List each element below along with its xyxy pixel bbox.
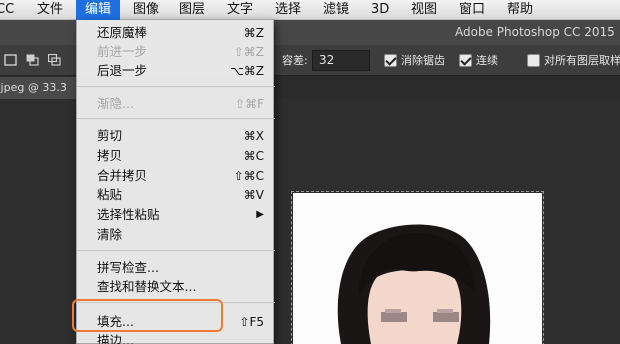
submenu-arrow-icon: ▶ <box>256 209 264 220</box>
portrait-photo <box>293 193 542 344</box>
add-to-selection-icon[interactable] <box>26 54 39 66</box>
portrait-image <box>337 224 491 344</box>
menu-window[interactable]: 窗口 <box>454 0 492 20</box>
menu-bar: CC 文件 编辑 图像 图层 文字 选择 滤镜 3D 视图 窗口 帮助 <box>0 0 620 20</box>
app-menu[interactable]: CC <box>0 0 24 20</box>
menu-item-step-backward[interactable]: 后退一步 ⌥⌘Z <box>77 62 275 80</box>
menu-item-step-forward[interactable]: 前进一步 ⇧⌘Z <box>77 43 275 61</box>
menu-item-cut[interactable]: 剪切 ⌘X <box>77 127 275 145</box>
app-title: Adobe Photoshop CC 2015 <box>455 25 615 39</box>
menu-filter[interactable]: 滤镜 <box>318 0 356 20</box>
menu-file[interactable]: 文件 <box>34 0 68 20</box>
menu-separator <box>77 86 275 87</box>
menu-help[interactable]: 帮助 <box>502 0 540 20</box>
menu-item-clear[interactable]: 清除 <box>77 226 275 244</box>
menu-item-stroke[interactable]: 描边... <box>77 332 275 344</box>
menu-separator <box>77 250 275 251</box>
intersect-selection-icon[interactable] <box>48 54 61 66</box>
menu-image[interactable]: 图像 <box>128 0 166 20</box>
document-tab[interactable]: j.jpeg @ 33.3 <box>0 77 80 99</box>
sample-all-layers-checkbox[interactable] <box>527 54 540 67</box>
menu-item-undo[interactable]: 还原魔棒 ⌘Z <box>77 24 275 42</box>
document-tab-label: j.jpeg @ 33.3 <box>0 81 67 94</box>
fill-highlight-annotation <box>72 299 223 332</box>
edit-menu: 还原魔棒 ⌘Z 前进一步 ⇧⌘Z 后退一步 ⌥⌘Z 渐隐... ⇧⌘F 剪切 ⌘… <box>76 20 275 344</box>
menu-item-find-replace[interactable]: 查找和替换文本... <box>77 278 275 296</box>
tolerance-input[interactable]: 32 <box>312 50 370 71</box>
menu-view[interactable]: 视图 <box>406 0 444 20</box>
sample-all-layers-label: 对所有图层取样 <box>544 54 620 67</box>
menu-edit[interactable]: 编辑 <box>76 0 120 20</box>
menu-type[interactable]: 文字 <box>222 0 260 20</box>
anti-alias-label: 消除锯齿 <box>401 54 445 67</box>
menu-3d[interactable]: 3D <box>368 0 396 20</box>
new-selection-icon[interactable] <box>4 54 17 66</box>
menu-item-spell-check[interactable]: 拼写检查... <box>77 259 275 277</box>
menu-item-copy-merged[interactable]: 合并拷贝 ⇧⌘C <box>77 167 275 185</box>
menu-item-copy[interactable]: 拷贝 ⌘C <box>77 147 275 165</box>
menu-select[interactable]: 选择 <box>270 0 308 20</box>
menu-item-paste-special[interactable]: 选择性粘贴 ▶ <box>77 206 275 224</box>
contiguous-checkbox[interactable] <box>459 54 472 67</box>
anti-alias-checkbox[interactable] <box>384 54 397 67</box>
menu-item-fade[interactable]: 渐隐... ⇧⌘F <box>77 95 275 113</box>
menu-separator <box>77 118 275 119</box>
contiguous-label: 连续 <box>476 54 498 67</box>
tolerance-label: 容差: <box>282 54 308 67</box>
menu-layer[interactable]: 图层 <box>174 0 212 20</box>
menu-item-paste[interactable]: 粘贴 ⌘V <box>77 186 275 204</box>
